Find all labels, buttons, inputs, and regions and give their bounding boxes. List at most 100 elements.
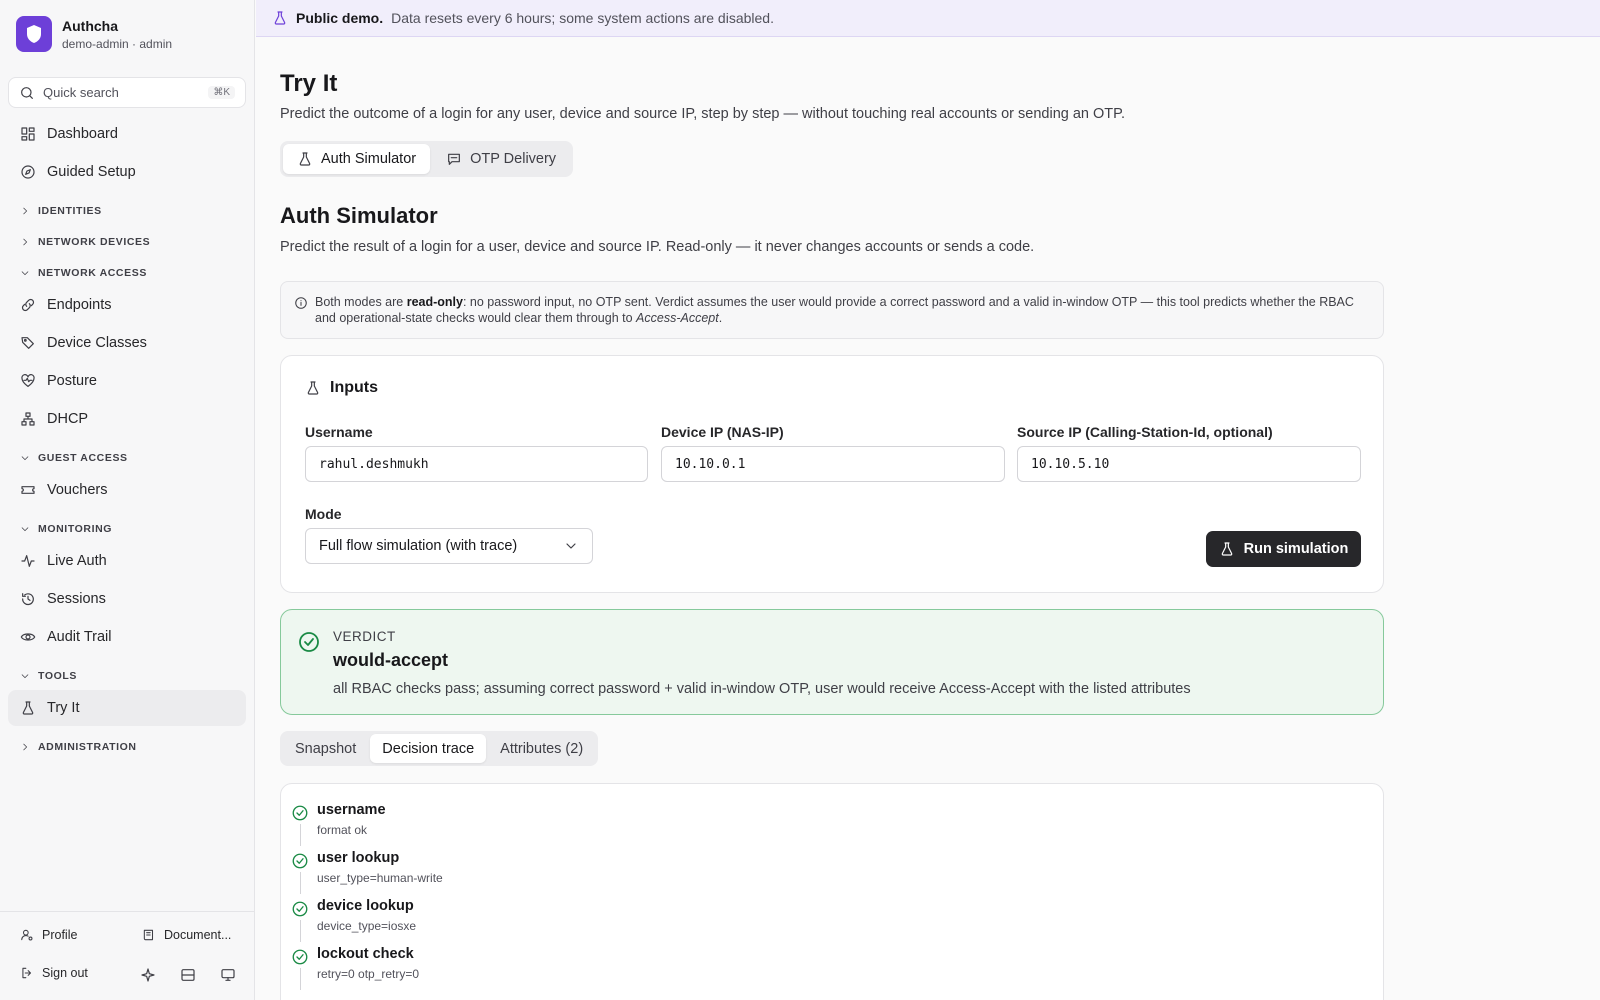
- chevron-down-icon: [20, 524, 30, 534]
- layout-icon[interactable]: [180, 967, 196, 983]
- banner-strong: Public demo.: [296, 10, 384, 26]
- brand[interactable]: Authcha demo-admin · admin: [16, 16, 172, 52]
- note-text: : no password input, no OTP sent. Verdic…: [315, 295, 1354, 325]
- flask-icon: [297, 151, 313, 167]
- sidebar-item-try-it[interactable]: Try It: [8, 690, 246, 726]
- trace-step: username format ok: [289, 796, 889, 846]
- chevron-down-icon: [20, 453, 30, 463]
- check-circle-icon: [291, 948, 309, 966]
- section-network-access[interactable]: NETWORK ACCESS: [20, 267, 147, 279]
- run-simulation-button[interactable]: Run simulation: [1206, 531, 1361, 567]
- info-icon: [294, 296, 308, 310]
- tab-snapshot[interactable]: Snapshot: [283, 734, 368, 763]
- sidebar-item-label: DHCP: [47, 411, 89, 427]
- run-simulation-label: Run simulation: [1243, 541, 1349, 557]
- tab-label: OTP Delivery: [470, 151, 557, 167]
- section-administration[interactable]: ADMINISTRATION: [20, 741, 137, 753]
- trace-step: device lookup device_type=iosxe: [289, 892, 889, 942]
- book-icon: [142, 928, 156, 942]
- section-label: IDENTITIES: [38, 205, 102, 217]
- monitor-icon[interactable]: [220, 967, 236, 983]
- device-ip-label: Device IP (NAS-IP): [661, 424, 784, 440]
- trace-connector: [300, 872, 301, 894]
- log-out-icon: [20, 966, 34, 980]
- sidebar-item-device-classes[interactable]: Device Classes: [8, 325, 246, 361]
- trace-connector: [300, 968, 301, 990]
- section-label: ADMINISTRATION: [38, 741, 137, 753]
- chevron-right-icon: [20, 237, 30, 247]
- trace-step-detail: retry=0 otp_retry=0: [317, 967, 420, 981]
- trace-connector: [300, 920, 301, 942]
- read-only-note: Both modes are read-only: no password in…: [280, 281, 1384, 339]
- trace-step-name: user lookup: [317, 850, 400, 866]
- sidebar-item-label: Audit Trail: [47, 629, 112, 645]
- demo-banner: Public demo. Data resets every 6 hours; …: [256, 0, 1600, 37]
- trace-step: user lookup user_type=human-write: [289, 844, 889, 894]
- history-icon: [20, 591, 36, 607]
- sparkle-icon[interactable]: [140, 967, 156, 983]
- profile-label: Profile: [42, 928, 78, 942]
- tab-otp-delivery[interactable]: OTP Delivery: [432, 144, 570, 174]
- tags-icon: [20, 335, 36, 351]
- sidebar-item-posture[interactable]: Posture: [8, 363, 246, 399]
- mode-label: Mode: [305, 506, 342, 522]
- section-identities[interactable]: IDENTITIES: [20, 205, 102, 217]
- result-tabs: Snapshot Decision trace Attributes (2): [280, 731, 599, 766]
- check-circle-icon: [291, 804, 309, 822]
- trace-step-detail: format ok: [317, 823, 368, 837]
- source-ip-label: Source IP (Calling-Station-Id, optional): [1017, 424, 1273, 440]
- section-tools[interactable]: TOOLS: [20, 670, 77, 682]
- device-ip-input[interactable]: 10.10.0.1: [661, 446, 1005, 482]
- sidebar-item-label: Guided Setup: [47, 164, 136, 180]
- sidebar-item-live-auth[interactable]: Live Auth: [8, 543, 246, 579]
- sidebar-item-endpoints[interactable]: Endpoints: [8, 287, 246, 323]
- sidebar-item-dashboard[interactable]: Dashboard: [8, 116, 246, 152]
- sidebar: Authcha demo-admin · admin Quick search …: [0, 0, 255, 1000]
- section-label: NETWORK DEVICES: [38, 236, 151, 248]
- app-name: Authcha: [62, 17, 118, 34]
- simulator-description: Predict the result of a login for a user…: [280, 239, 1035, 255]
- dashboard-icon: [20, 126, 36, 142]
- note-strong: read-only: [406, 295, 463, 309]
- section-guest-access[interactable]: GUEST ACCESS: [20, 452, 128, 464]
- link-icon: [20, 297, 36, 313]
- trace-step-detail: user_type=human-write: [317, 871, 443, 885]
- tab-decision-trace[interactable]: Decision trace: [370, 734, 487, 763]
- documentation-link[interactable]: Document...: [142, 928, 231, 942]
- sidebar-item-sessions[interactable]: Sessions: [8, 581, 246, 617]
- section-monitoring[interactable]: MONITORING: [20, 523, 112, 535]
- source-ip-input[interactable]: 10.10.5.10: [1017, 446, 1361, 482]
- sidebar-item-guided-setup[interactable]: Guided Setup: [8, 154, 246, 190]
- user-cog-icon: [20, 928, 34, 942]
- sign-out-button[interactable]: Sign out: [20, 966, 88, 980]
- flask-icon: [272, 10, 288, 26]
- activity-icon: [20, 553, 36, 569]
- tab-attributes[interactable]: Attributes (2): [488, 734, 595, 763]
- inputs-card: Inputs Username rahul.deshmukh Device IP…: [280, 355, 1384, 593]
- heart-pulse-icon: [20, 373, 36, 389]
- sidebar-item-label: Sessions: [47, 591, 106, 607]
- verdict-card: VERDICT would-accept all RBAC checks pas…: [280, 609, 1384, 715]
- ticket-icon: [20, 482, 36, 498]
- sidebar-item-audit-trail[interactable]: Audit Trail: [8, 619, 246, 655]
- eye-icon: [20, 629, 36, 645]
- username-input[interactable]: rahul.deshmukh: [305, 446, 648, 482]
- section-label: NETWORK ACCESS: [38, 267, 147, 279]
- chevron-right-icon: [20, 206, 30, 216]
- trace-step-name: device lookup: [317, 898, 414, 914]
- message-icon: [446, 151, 462, 167]
- sidebar-item-vouchers[interactable]: Vouchers: [8, 472, 246, 508]
- note-emphasis: Access-Accept: [636, 311, 719, 325]
- sidebar-footer: Profile Document... Sign out: [0, 911, 255, 1000]
- quick-search[interactable]: Quick search ⌘K: [8, 77, 246, 108]
- banner-text: Data resets every 6 hours; some system a…: [391, 10, 774, 26]
- profile-link[interactable]: Profile: [20, 928, 77, 942]
- verdict-title: would-accept: [333, 650, 449, 670]
- section-network-devices[interactable]: NETWORK DEVICES: [20, 236, 150, 248]
- tab-auth-simulator[interactable]: Auth Simulator: [283, 144, 431, 174]
- sidebar-item-dhcp[interactable]: DHCP: [8, 401, 246, 437]
- mode-select[interactable]: Full flow simulation (with trace): [305, 528, 593, 564]
- trace-step-name: username: [317, 802, 386, 818]
- page-description: Predict the outcome of a login for any u…: [280, 106, 1125, 122]
- flask-icon: [20, 700, 36, 716]
